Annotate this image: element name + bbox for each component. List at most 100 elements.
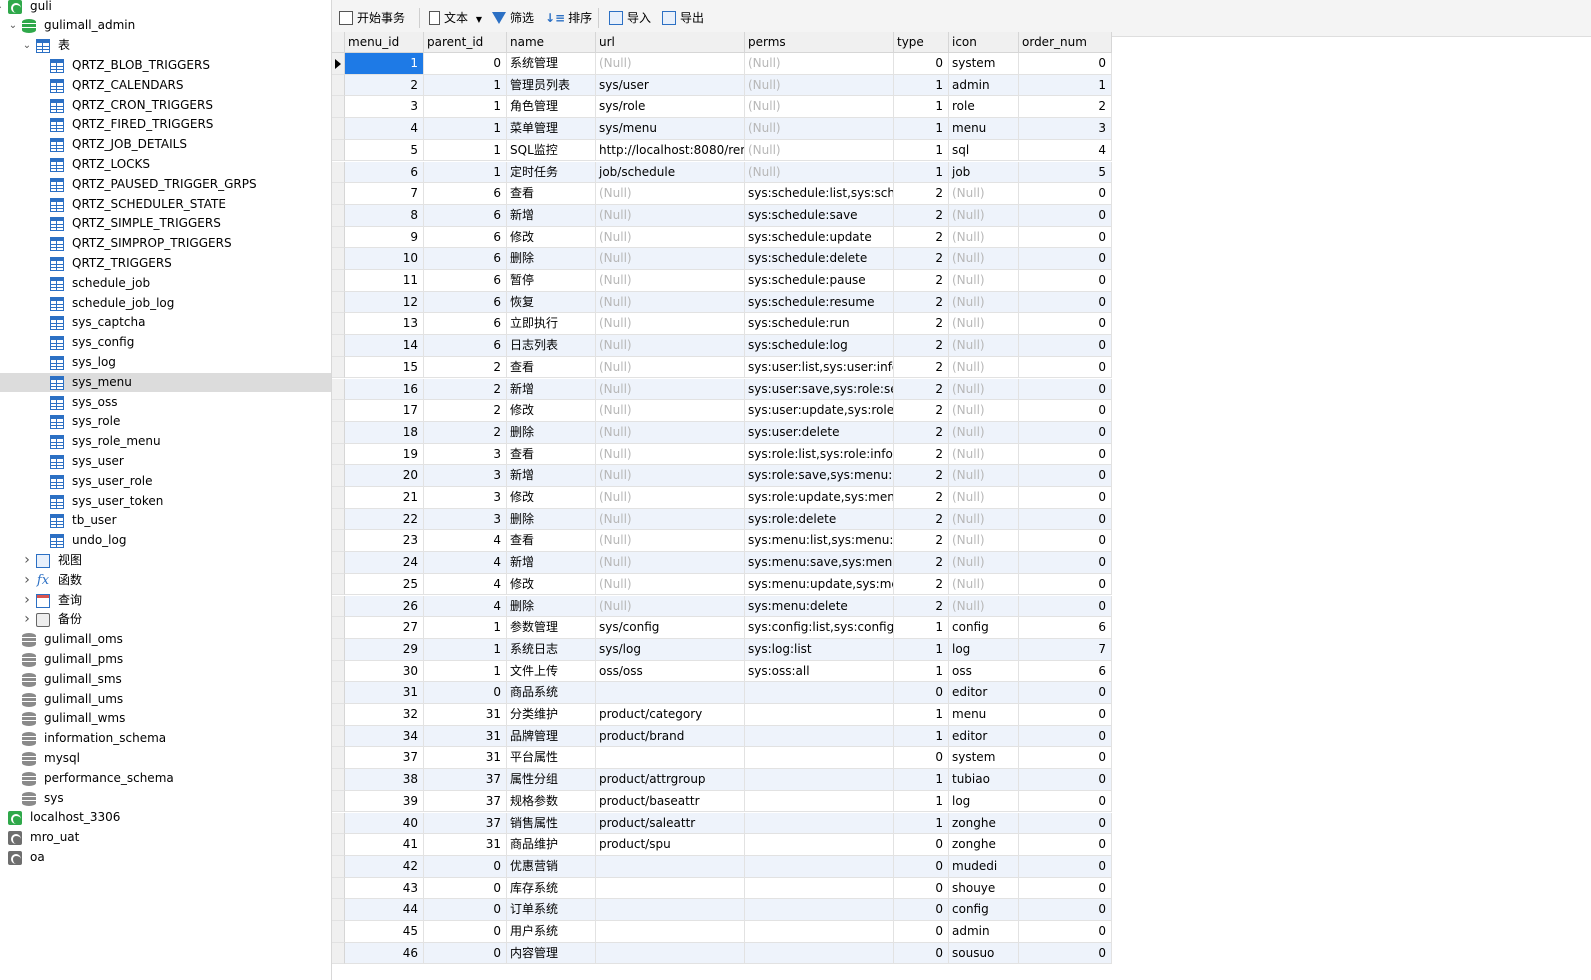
table-row[interactable]: 17 2 修改 (Null) sys:user:update,sys:role:s 2 (N… xyxy=(332,400,1112,422)
cell-type[interactable]: 0 xyxy=(894,899,949,921)
cell-type[interactable]: 2 xyxy=(894,595,949,618)
cell-name[interactable]: 修改 xyxy=(507,573,596,596)
table-row[interactable]: 39 37 规格参数 product/baseattr 1 log 0 xyxy=(332,790,1112,813)
cell-url[interactable]: product/category xyxy=(596,704,745,726)
cell-type[interactable]: 0 xyxy=(894,921,949,943)
row-header[interactable] xyxy=(332,725,345,748)
cell-name[interactable]: 日志列表 xyxy=(507,335,596,357)
cell-order-num[interactable]: 0 xyxy=(1019,291,1112,314)
cell-icon[interactable]: (Null) xyxy=(949,335,1019,357)
tree-node[interactable]: QRTZ_CALENDARS xyxy=(0,76,331,96)
cell-perms[interactable] xyxy=(745,790,894,813)
cell-menu-id[interactable]: 7 xyxy=(345,183,424,205)
cell-url[interactable] xyxy=(596,899,745,921)
cell-perms[interactable]: sys:user:delete xyxy=(745,421,894,444)
row-header[interactable] xyxy=(332,465,345,487)
cell-perms[interactable]: sys:user:save,sys:role:sele xyxy=(745,378,894,401)
cell-icon[interactable]: editor xyxy=(949,682,1019,704)
cell-icon[interactable]: shouye xyxy=(949,877,1019,900)
cell-menu-id[interactable]: 11 xyxy=(345,270,424,292)
cell-name[interactable]: 新增 xyxy=(507,552,596,574)
cell-parent-id[interactable]: 3 xyxy=(424,443,507,466)
cell-perms[interactable]: (Null) xyxy=(745,139,894,162)
cell-parent-id[interactable]: 1 xyxy=(424,74,507,97)
tree-node[interactable]: schedule_job xyxy=(0,274,331,294)
table-row[interactable]: 11 6 暂停 (Null) sys:schedule:pause 2 (Null) 0 xyxy=(332,270,1112,292)
chevron-right-icon[interactable]: › xyxy=(22,571,32,591)
cell-icon[interactable]: (Null) xyxy=(949,356,1019,379)
cell-url[interactable]: (Null) xyxy=(596,183,745,205)
cell-menu-id[interactable]: 38 xyxy=(345,769,424,791)
cell-parent-id[interactable]: 6 xyxy=(424,248,507,270)
cell-type[interactable]: 2 xyxy=(894,400,949,422)
cell-parent-id[interactable]: 4 xyxy=(424,595,507,618)
cell-icon[interactable]: role xyxy=(949,96,1019,119)
cell-parent-id[interactable]: 0 xyxy=(424,899,507,921)
cell-name[interactable]: 修改 xyxy=(507,226,596,249)
cell-parent-id[interactable]: 4 xyxy=(424,530,507,553)
tree-node[interactable]: sys xyxy=(0,789,331,809)
table-row[interactable]: 46 0 内容管理 0 sousuo 0 xyxy=(332,942,1112,965)
cell-perms[interactable]: (Null) xyxy=(745,161,894,184)
table-row[interactable]: 43 0 库存系统 0 shouye 0 xyxy=(332,877,1112,900)
tree-node[interactable]: information_schema xyxy=(0,729,331,749)
cell-icon[interactable]: (Null) xyxy=(949,313,1019,336)
cell-name[interactable]: 新增 xyxy=(507,204,596,227)
cell-order-num[interactable]: 1 xyxy=(1019,74,1112,97)
column-header-perms[interactable]: perms xyxy=(745,32,894,53)
tree-node[interactable]: localhost_3306 xyxy=(0,808,331,828)
cell-menu-id[interactable]: 25 xyxy=(345,573,424,596)
cell-parent-id[interactable]: 3 xyxy=(424,508,507,531)
cell-parent-id[interactable]: 1 xyxy=(424,139,507,162)
cell-perms[interactable]: sys:config:list,sys:config:in xyxy=(745,617,894,639)
cell-perms[interactable]: sys:log:list xyxy=(745,638,894,661)
row-header[interactable] xyxy=(332,270,345,292)
cell-type[interactable]: 2 xyxy=(894,508,949,531)
cell-menu-id[interactable]: 22 xyxy=(345,508,424,531)
cell-name[interactable]: 销售属性 xyxy=(507,812,596,835)
cell-url[interactable]: (Null) xyxy=(596,530,745,553)
cell-type[interactable]: 0 xyxy=(894,682,949,704)
object-tree[interactable]: ⌄guli⌄gulimall_admin⌄表QRTZ_BLOB_TRIGGERS… xyxy=(0,0,332,980)
cell-perms[interactable]: sys:schedule:list,sys:sched xyxy=(745,183,894,205)
cell-name[interactable]: 分类维护 xyxy=(507,704,596,726)
cell-name[interactable]: 商品系统 xyxy=(507,682,596,704)
row-header[interactable] xyxy=(332,248,345,270)
filter-button[interactable]: 筛选 xyxy=(492,8,534,28)
cell-perms[interactable]: sys:oss:all xyxy=(745,660,894,683)
tree-node[interactable]: QRTZ_SCHEDULER_STATE xyxy=(0,195,331,215)
cell-parent-id[interactable]: 0 xyxy=(424,682,507,704)
tree-node[interactable]: › 视图 xyxy=(0,551,331,571)
cell-icon[interactable]: (Null) xyxy=(949,530,1019,553)
table-row[interactable]: 24 4 新增 (Null) sys:menu:save,sys:menu:s 2 (Nul… xyxy=(332,552,1112,574)
chevron-right-icon[interactable]: › xyxy=(22,591,32,611)
cell-icon[interactable]: (Null) xyxy=(949,248,1019,270)
cell-icon[interactable]: log xyxy=(949,638,1019,661)
cell-perms[interactable] xyxy=(745,812,894,835)
tree-node[interactable]: sys_user xyxy=(0,452,331,472)
cell-url[interactable]: (Null) xyxy=(596,421,745,444)
cell-name[interactable]: 删除 xyxy=(507,248,596,270)
cell-menu-id[interactable]: 40 xyxy=(345,812,424,835)
cell-parent-id[interactable]: 6 xyxy=(424,313,507,336)
chevron-down-icon[interactable]: ⌄ xyxy=(0,0,4,16)
table-row[interactable]: 2 1 管理员列表 sys/user (Null) 1 admin 1 xyxy=(332,74,1112,97)
cell-name[interactable]: 暂停 xyxy=(507,270,596,292)
cell-type[interactable]: 2 xyxy=(894,204,949,227)
cell-order-num[interactable]: 3 xyxy=(1019,118,1112,140)
cell-name[interactable]: 查看 xyxy=(507,443,596,466)
cell-order-num[interactable]: 0 xyxy=(1019,530,1112,553)
table-row[interactable]: 26 4 删除 (Null) sys:menu:delete 2 (Null) 0 xyxy=(332,595,1112,618)
cell-parent-id[interactable]: 1 xyxy=(424,118,507,140)
cell-type[interactable]: 0 xyxy=(894,834,949,856)
cell-icon[interactable]: (Null) xyxy=(949,378,1019,401)
row-header[interactable] xyxy=(332,508,345,531)
cell-perms[interactable]: sys:menu:save,sys:menu:s xyxy=(745,552,894,574)
cell-name[interactable]: 查看 xyxy=(507,356,596,379)
cell-type[interactable]: 2 xyxy=(894,487,949,509)
table-row[interactable]: 8 6 新增 (Null) sys:schedule:save 2 (Null) 0 xyxy=(332,204,1112,227)
cell-name[interactable]: 修改 xyxy=(507,400,596,422)
cell-order-num[interactable]: 0 xyxy=(1019,812,1112,835)
cell-perms[interactable] xyxy=(745,747,894,770)
cell-icon[interactable]: (Null) xyxy=(949,595,1019,618)
